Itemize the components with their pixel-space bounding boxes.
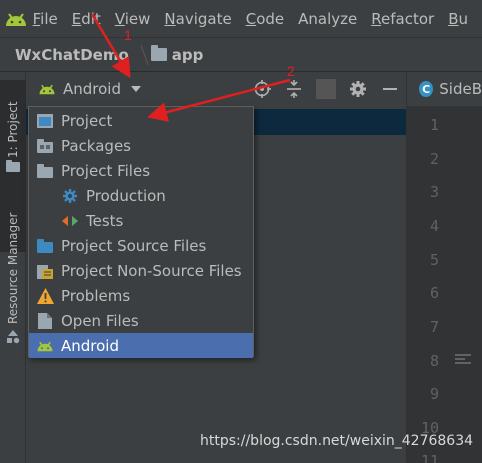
watermark-url: https://blog.csdn.net/weixin_42768634: [200, 433, 474, 449]
annotation-number-1: 1: [124, 27, 132, 43]
annotation-arrow-2: [147, 78, 291, 122]
annotation-overlay: 1 2: [90, 13, 295, 122]
annotation-number-2: 2: [287, 63, 295, 79]
annotation-arrow-1: [90, 13, 131, 79]
